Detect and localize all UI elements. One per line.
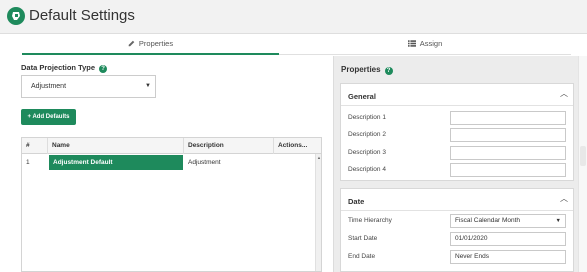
app-header: Default Settings <box>0 0 587 34</box>
chevron-up-icon[interactable]: ︿ <box>560 88 568 99</box>
tab-properties-label: Properties <box>138 39 174 48</box>
pencil-icon <box>128 36 135 54</box>
column-header-number[interactable]: # <box>22 138 48 154</box>
start-date-input[interactable]: 01/01/2020 <box>450 232 566 246</box>
properties-panel: Properties? General ︿ Description 1 Desc… <box>333 56 578 272</box>
end-date-input[interactable]: Never Ends <box>450 250 566 264</box>
projection-type-label: Data Projection Type? <box>21 63 108 73</box>
time-hierarchy-label: Time Hierarchy <box>348 217 392 224</box>
description-3-label: Description 3 <box>348 149 386 156</box>
add-defaults-button[interactable]: + Add Defaults <box>21 109 76 125</box>
start-date-label: Start Date <box>348 235 378 242</box>
description-2-label: Description 2 <box>348 131 386 138</box>
description-3-input[interactable] <box>450 146 566 160</box>
column-header-description[interactable]: Description <box>184 138 274 154</box>
tab-assign[interactable]: Assign <box>279 35 571 55</box>
resize-handle[interactable] <box>580 146 586 166</box>
properties-title-text: Properties <box>341 65 381 74</box>
description-4-input[interactable] <box>450 163 566 177</box>
time-hierarchy-select[interactable]: Fiscal Calendar Month ▼ <box>450 214 566 228</box>
properties-panel-title: Properties? <box>341 65 393 75</box>
caret-down-icon: ▼ <box>145 83 151 89</box>
row-description: Adjustment <box>188 159 221 166</box>
divider <box>341 105 573 106</box>
description-1-input[interactable] <box>450 111 566 125</box>
tab-properties[interactable]: Properties <box>22 35 279 55</box>
row-name[interactable]: Adjustment Default <box>49 155 183 170</box>
description-2-input[interactable] <box>450 128 566 142</box>
chevron-up-icon[interactable]: ︿ <box>560 193 568 204</box>
projection-type-value: Adjustment <box>31 83 67 90</box>
general-section-title: General <box>348 92 376 101</box>
tab-assign-label: Assign <box>419 39 443 48</box>
help-icon[interactable]: ? <box>99 65 108 73</box>
column-header-name[interactable]: Name <box>48 138 184 154</box>
column-header-actions[interactable]: Actions... <box>274 138 321 154</box>
defaults-grid: # Name Description Actions... 1 Adjustme… <box>21 137 322 272</box>
scroll-up-icon[interactable]: ▲ <box>316 155 322 160</box>
date-section: Date ︿ Time Hierarchy Fiscal Calendar Mo… <box>340 188 574 272</box>
description-4-label: Description 4 <box>348 166 386 173</box>
projection-type-text: Data Projection Type <box>21 63 96 72</box>
time-hierarchy-value: Fiscal Calendar Month <box>455 217 521 224</box>
page-title: Default Settings <box>29 7 135 24</box>
caret-down-icon: ▼ <box>555 218 561 224</box>
tab-bar: Properties Assign <box>22 35 571 55</box>
grid-header: # Name Description Actions... <box>22 138 321 154</box>
panel-edge <box>578 56 587 272</box>
projection-type-select[interactable]: Adjustment ▼ <box>21 75 156 98</box>
row-number: 1 <box>26 159 30 166</box>
date-section-title: Date <box>348 197 365 206</box>
help-icon[interactable]: ? <box>384 67 393 75</box>
general-section: General ︿ Description 1 Description 2 De… <box>340 83 574 181</box>
grid-scrollbar[interactable]: ▲ <box>315 154 321 271</box>
table-row[interactable]: 1 Adjustment Default Adjustment <box>22 155 315 170</box>
description-1-label: Description 1 <box>348 114 386 121</box>
app-logo-icon <box>7 7 25 25</box>
divider <box>341 210 573 211</box>
list-icon <box>407 36 416 54</box>
end-date-label: End Date <box>348 253 376 260</box>
